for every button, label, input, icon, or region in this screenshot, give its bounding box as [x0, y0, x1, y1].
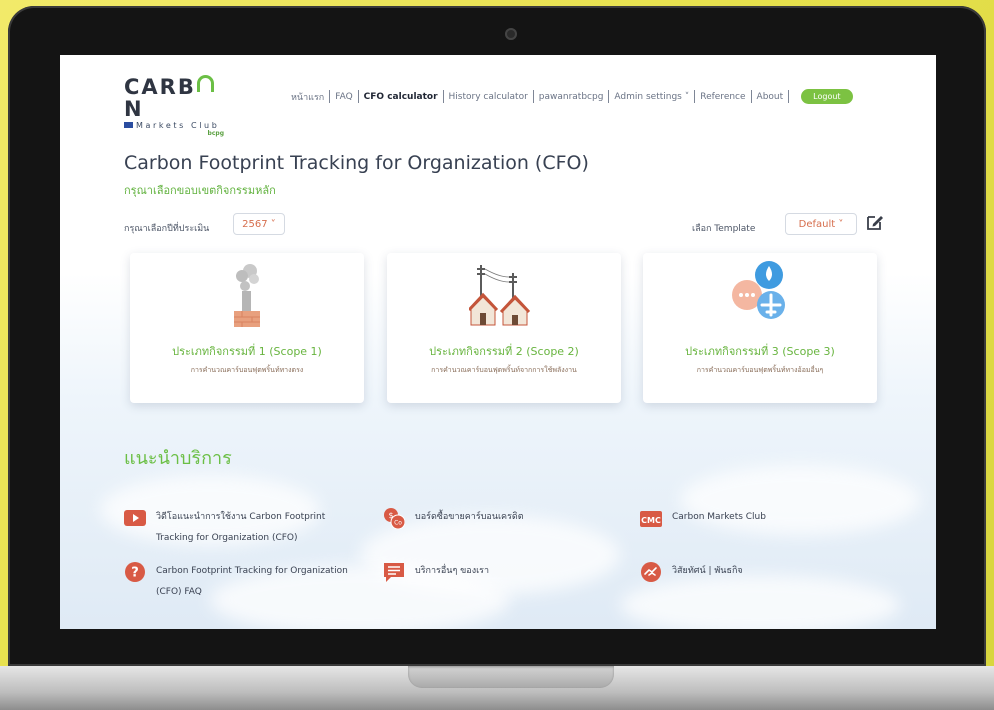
- factory-smoke-icon: [234, 264, 260, 327]
- chat-lines-icon: [384, 563, 404, 582]
- nav-item-admin-settings[interactable]: Admin settings ˅: [609, 92, 694, 102]
- service-other-label: บริการอื่นๆ ของเรา: [415, 566, 490, 576]
- svg-text:?: ?: [131, 566, 139, 581]
- service-item-faq[interactable]: ? Carbon Footprint Tracking for Organiza…: [124, 561, 364, 603]
- logo-arc-icon: [196, 75, 214, 92]
- edit-icon[interactable]: [866, 213, 884, 231]
- scope-3-title: ประเภทกิจกรรมที่ 3 (Scope 3): [685, 345, 835, 358]
- scope-2-title: ประเภทกิจกรรมที่ 2 (Scope 2): [429, 345, 579, 358]
- nav-item-username[interactable]: pawanratbcpg: [534, 92, 609, 102]
- page-title: Carbon Footprint Tracking for Organizati…: [124, 152, 589, 174]
- service-video-label: วิดีโอแนะนำการใช้งาน Carbon Footprint Tr…: [156, 512, 326, 543]
- service-vision-label: วิสัยทัศน์ | พันธกิจ: [672, 566, 743, 576]
- cmc-logo-icon: CMC: [640, 511, 662, 527]
- logo-powered-by: bcpg: [207, 130, 224, 137]
- background-cloud: [620, 575, 900, 629]
- webcam-icon: [505, 28, 517, 40]
- scope-2-card[interactable]: ประเภทกิจกรรมที่ 2 (Scope 2) การคำนวณคาร…: [387, 253, 621, 403]
- template-select[interactable]: Default ˅: [785, 213, 857, 235]
- scope-1-title: ประเภทกิจกรรมที่ 1 (Scope 1): [172, 345, 322, 358]
- service-faq-label: Carbon Footprint Tracking for Organizati…: [156, 566, 348, 597]
- scope-1-card[interactable]: ประเภทกิจกรรมที่ 1 (Scope 1) การคำนวณคาร…: [130, 253, 364, 403]
- svg-text:Co: Co: [394, 520, 402, 527]
- nav-item-faq[interactable]: FAQ: [330, 92, 357, 102]
- handshake-icon: [641, 562, 661, 582]
- service-item-video[interactable]: วิดีโอแนะนำการใช้งาน Carbon Footprint Tr…: [124, 507, 364, 549]
- service-cmc-label: Carbon Markets Club: [672, 512, 766, 522]
- year-select[interactable]: 2567 ˅: [233, 213, 285, 235]
- question-icon: ?: [125, 562, 145, 582]
- app-screen: CARBN Markets Club bcpg หน้าแรก FAQ CFO …: [60, 55, 936, 629]
- logout-button[interactable]: Logout: [801, 89, 853, 104]
- template-select-label: เลือก Template: [692, 224, 756, 234]
- nav-item-home[interactable]: หน้าแรก: [286, 90, 329, 104]
- scope-1-description: การคำนวณคาร์บอนฟุตพริ้นท์ทางตรง: [190, 366, 304, 374]
- nav-item-reference[interactable]: Reference: [695, 92, 750, 102]
- nav-menu: หน้าแรก FAQ CFO calculator History calcu…: [286, 89, 853, 104]
- top-navbar: CARBN Markets Club bcpg หน้าแรก FAQ CFO …: [60, 55, 936, 137]
- video-play-icon: [124, 510, 146, 526]
- carbon-credit-icon: $ Co: [384, 508, 405, 529]
- logo-wordmark: CARBN: [124, 75, 234, 120]
- nav-item-cfo-calculator[interactable]: CFO calculator: [359, 92, 443, 102]
- power-lines-houses-icon: [469, 265, 531, 326]
- nav-item-history-calculator[interactable]: History calculator: [444, 92, 533, 102]
- scope-3-description: การคำนวณคาร์บอนฟุตพริ้นท์ทางอ้อมอื่นๆ: [696, 366, 824, 374]
- service-item-carbon-credit-board[interactable]: $ Co บอร์ดซื้อขายคาร์บอนเครดิต: [383, 507, 583, 529]
- service-carbon-credit-label: บอร์ดซื้อขายคาร์บอนเครดิต: [415, 512, 524, 522]
- nav-divider: [788, 90, 790, 103]
- scope-2-description: การคำนวณคาร์บอนฟุตพริ้นท์จากการใช้พลังงา…: [431, 366, 577, 374]
- service-item-cmc[interactable]: CMC Carbon Markets Club: [640, 507, 860, 529]
- logo-subtitle: Markets Club: [124, 121, 234, 130]
- service-item-other-services[interactable]: บริการอื่นๆ ของเรา: [383, 561, 583, 583]
- svg-text:CMC: CMC: [641, 516, 661, 525]
- water-plane-chat-icon: [732, 261, 785, 319]
- thai-flag-icon: [124, 122, 133, 128]
- nav-item-about[interactable]: About: [752, 92, 789, 102]
- scope-3-card[interactable]: ประเภทกิจกรรมที่ 3 (Scope 3) การคำนวณคาร…: [643, 253, 877, 403]
- year-select-label: กรุณาเลือกปีที่ประเมิน: [124, 224, 210, 234]
- service-item-vision-mission[interactable]: วิสัยทัศน์ | พันธกิจ: [640, 561, 860, 583]
- page-subtitle: กรุณาเลือกขอบเขตกิจกรรมหลัก: [124, 184, 276, 197]
- carbon-markets-club-logo[interactable]: CARBN Markets Club bcpg: [124, 75, 234, 137]
- laptop-hinge-notch: [408, 666, 614, 688]
- services-heading: แนะนำบริการ: [124, 448, 232, 469]
